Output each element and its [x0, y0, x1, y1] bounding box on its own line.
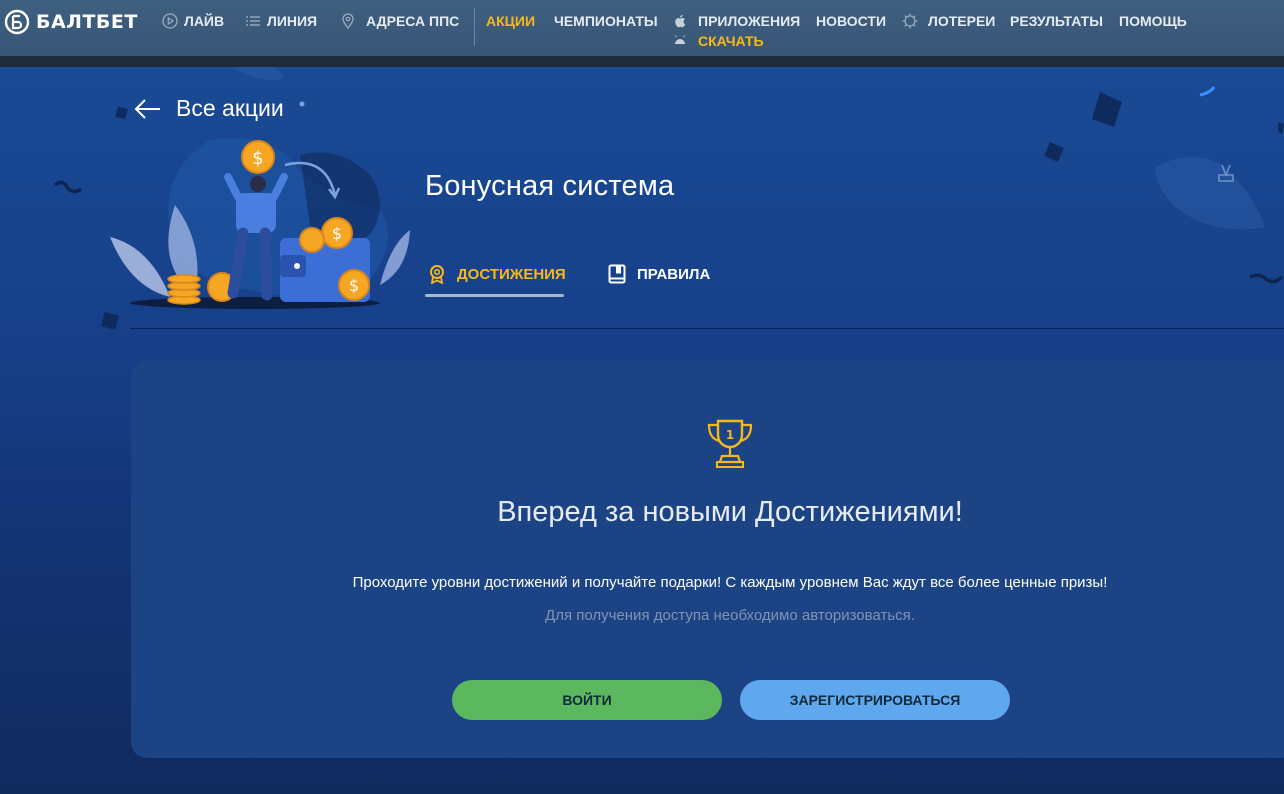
nav-news[interactable]: Новости — [816, 13, 886, 29]
nav-apps-label: Приложения — [698, 13, 801, 29]
section-divider — [130, 328, 1284, 329]
brand-logo[interactable]: БАЛТБЕТ — [4, 9, 138, 35]
lottery-ball-icon — [902, 13, 918, 29]
tab-achievements[interactable]: Достижения — [427, 264, 566, 284]
back-to-all-promotions[interactable]: Все акции — [134, 95, 284, 122]
promo-hero: Все акции $ $ $ Бонусная система ДОСТИЖЕ… — [0, 67, 1284, 794]
tab-rules-label: Правила — [637, 265, 711, 283]
bonus-illustration: $ $ $ — [110, 138, 410, 309]
arrow-left-icon — [134, 98, 160, 119]
play-circle-icon — [162, 13, 178, 29]
baltbet-logo-icon — [4, 9, 30, 35]
tab-rules[interactable]: Правила — [607, 264, 710, 284]
trophy-icon: 1 — [707, 419, 753, 468]
svg-text:$: $ — [332, 224, 342, 243]
tab-achievements-label: Достижения — [457, 265, 566, 283]
list-icon — [246, 16, 260, 26]
nav-results-label: Результаты — [1010, 13, 1103, 29]
nav-help[interactable]: Помощь — [1119, 13, 1187, 29]
back-link-label: Все акции — [176, 95, 284, 121]
login-button[interactable]: Войти — [452, 680, 722, 720]
nav-lotteries-label: Лотереи — [928, 13, 996, 29]
nav-addresses-label: Адреса ППС — [366, 13, 460, 29]
nav-line[interactable]: Линия — [245, 13, 317, 29]
nav-divider — [474, 8, 475, 46]
brand-name: БАЛТБЕТ — [36, 11, 138, 33]
nav-live[interactable]: Лайв — [162, 13, 224, 29]
nav-apps[interactable]: Приложения — [672, 13, 800, 29]
medal-icon — [430, 265, 444, 284]
card-description: Проходите уровни достижений и получайте … — [352, 574, 1108, 591]
nav-line-label: Линия — [267, 13, 318, 29]
svg-text:$: $ — [252, 148, 263, 169]
nav-download-link[interactable]: Скачать — [698, 33, 764, 49]
android-icon — [675, 35, 685, 44]
nav-addresses[interactable]: Адреса ППС — [340, 13, 459, 29]
card-auth-note: Для получения доступа необходимо авториз… — [545, 607, 915, 624]
page-title: Бонусная система — [425, 170, 675, 202]
svg-text:1: 1 — [726, 428, 734, 442]
svg-text:$: $ — [349, 276, 359, 295]
location-pin-icon — [342, 13, 354, 29]
active-tab-indicator — [425, 294, 564, 297]
nav-promotions[interactable]: Акции — [486, 13, 535, 29]
nav-championships[interactable]: Чемпионаты — [554, 13, 658, 29]
nav-championships-label: Чемпионаты — [554, 13, 658, 29]
apple-icon — [675, 14, 686, 28]
card-title: Вперед за новыми Достижениями! — [497, 496, 963, 528]
register-button[interactable]: Зарегистрироваться — [740, 680, 1010, 720]
nav-promotions-label: Акции — [486, 13, 536, 29]
top-navigation: БАЛТБЕТ Лайв Линия Адреса ППС Акции Чемп… — [0, 0, 1284, 56]
book-icon — [608, 264, 626, 284]
topbar-shadow-strip — [0, 56, 1284, 67]
nav-live-label: Лайв — [184, 13, 225, 29]
nav-help-label: Помощь — [1119, 13, 1187, 29]
nav-news-label: Новости — [816, 13, 887, 29]
nav-lotteries[interactable]: Лотереи — [902, 13, 995, 29]
nav-results[interactable]: Результаты — [1010, 13, 1103, 29]
